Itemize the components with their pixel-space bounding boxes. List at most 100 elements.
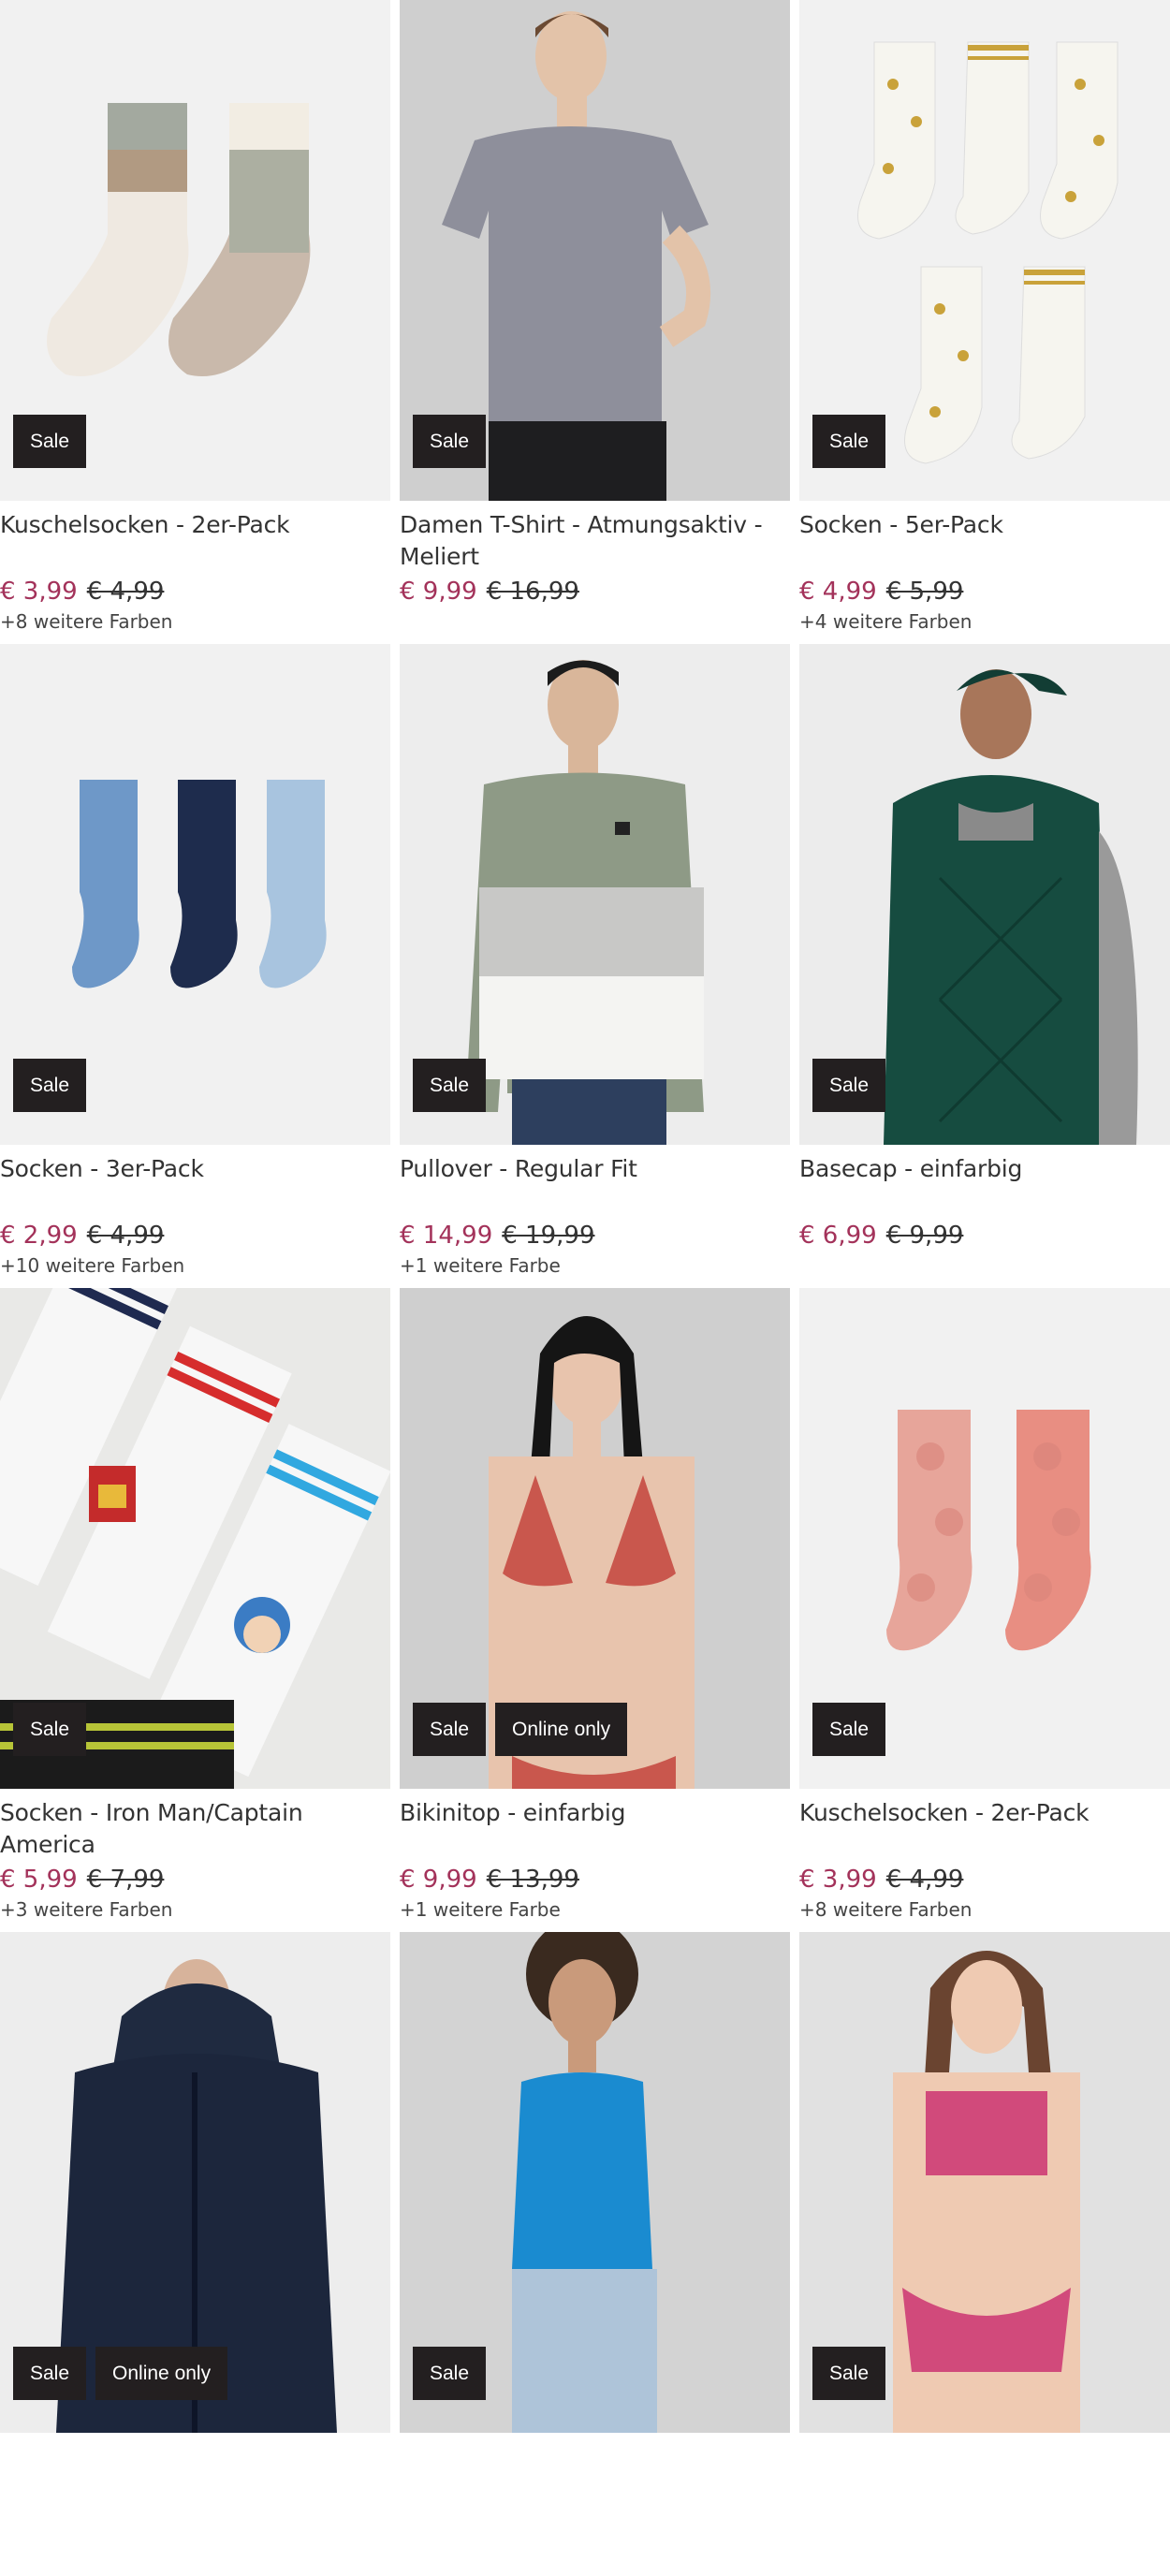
product-image[interactable]: Sale xyxy=(400,0,790,501)
product-title[interactable]: Damen T-Shirt - Atmungsaktiv - Meliert xyxy=(400,509,790,573)
badge-group: Sale xyxy=(413,1059,487,1112)
badge-group: Sale xyxy=(812,415,886,468)
sale-price: € 9,99 xyxy=(400,1866,477,1894)
badge-group: Sale xyxy=(413,415,487,468)
badge-group: Sale xyxy=(812,1703,886,1756)
original-price: € 13,99 xyxy=(486,1866,579,1894)
product-title[interactable]: Basecap - einfarbig xyxy=(799,1153,1170,1217)
original-price: € 7,99 xyxy=(86,1866,165,1894)
original-price: € 4,99 xyxy=(86,1222,165,1250)
badge-group: Sale xyxy=(13,415,87,468)
product-title[interactable]: Bikinitop - einfarbig xyxy=(400,1797,790,1861)
sale-badge: Sale xyxy=(413,415,487,468)
badge-group: Sale Online only xyxy=(413,1703,628,1756)
price-row: € 3,99 € 4,99 xyxy=(0,576,390,607)
product-card[interactable]: Sale Pullover - Regular Fit € 14,99 € 19,99… xyxy=(400,644,790,1288)
price-row: € 3,99 € 4,99 xyxy=(799,1864,1170,1895)
product-title[interactable]: Socken - 5er-Pack xyxy=(799,509,1170,573)
price-row: € 9,99 € 13,99 xyxy=(400,1864,790,1895)
product-card[interactable]: Sale Online only xyxy=(0,1932,390,2576)
product-title[interactable]: Socken - Iron Man/Captain America xyxy=(0,1797,390,1861)
sale-price: € 4,99 xyxy=(799,578,877,606)
more-colors-link[interactable]: +10 weitere Farben xyxy=(0,1251,390,1280)
product-image[interactable]: Sale xyxy=(400,644,790,1145)
product-card[interactable]: Sale Kuschelsocken - 2er-Pack € 3,99 € 4,99… xyxy=(0,0,390,644)
sale-badge: Sale xyxy=(413,1059,487,1112)
original-price: € 4,99 xyxy=(86,578,165,606)
product-image[interactable]: Sale Online only xyxy=(0,1932,390,2433)
product-card[interactable]: Sale Online only Bikinitop - einfarbig € 9,… xyxy=(400,1288,790,1932)
product-card[interactable]: Sale Kuschelsocken - 2er-Pack € 3,99 € 4,99… xyxy=(799,1288,1170,1932)
sale-badge: Sale xyxy=(13,1059,87,1112)
product-card[interactable]: Sale Socken - 3er-Pack € 2,99 € 4,99 +10 wei… xyxy=(0,644,390,1288)
product-title[interactable] xyxy=(0,2441,390,2505)
product-card[interactable]: Sale xyxy=(400,1932,790,2576)
product-image[interactable]: Sale xyxy=(0,1288,390,1789)
sale-badge: Sale xyxy=(413,2347,487,2400)
more-colors-link[interactable]: +1 weitere Farbe xyxy=(400,1895,790,1924)
sale-price: € 5,99 xyxy=(0,1866,78,1894)
sale-badge: Sale xyxy=(812,415,886,468)
online-only-badge: Online only xyxy=(95,2347,228,2400)
badge-group: Sale xyxy=(413,2347,487,2400)
sale-price: € 9,99 xyxy=(400,578,477,606)
product-image[interactable]: Sale xyxy=(799,0,1170,501)
sale-price: € 3,99 xyxy=(799,1866,877,1894)
sale-price: € 6,99 xyxy=(799,1222,877,1250)
sale-badge: Sale xyxy=(13,415,87,468)
product-title[interactable] xyxy=(400,2441,790,2505)
product-title[interactable]: Socken - 3er-Pack xyxy=(0,1153,390,1217)
original-price: € 5,99 xyxy=(885,578,964,606)
product-image[interactable]: Sale xyxy=(0,0,390,501)
price-row: € 2,99 € 4,99 xyxy=(0,1220,390,1251)
price-row: € 6,99 € 9,99 xyxy=(799,1220,1170,1251)
sale-badge: Sale xyxy=(13,1703,87,1756)
badge-group: Sale xyxy=(13,1059,87,1112)
sale-badge: Sale xyxy=(13,2347,87,2400)
original-price: € 4,99 xyxy=(885,1866,964,1894)
product-title[interactable]: Pullover - Regular Fit xyxy=(400,1153,790,1217)
product-image[interactable]: Sale xyxy=(400,1932,790,2433)
price-row: € 5,99 € 7,99 xyxy=(0,1864,390,1895)
more-colors-link[interactable]: +8 weitere Farben xyxy=(0,607,390,636)
sale-price: € 14,99 xyxy=(400,1222,493,1250)
price-row xyxy=(799,2508,1170,2539)
product-image[interactable]: Sale xyxy=(0,644,390,1145)
original-price: € 19,99 xyxy=(502,1222,595,1250)
sale-price: € 3,99 xyxy=(0,578,78,606)
sale-badge: Sale xyxy=(413,1703,487,1756)
price-row: € 14,99 € 19,99 xyxy=(400,1220,790,1251)
price-row xyxy=(400,2508,790,2539)
product-title[interactable] xyxy=(799,2441,1170,2505)
more-colors-link[interactable]: +3 weitere Farben xyxy=(0,1895,390,1924)
product-title[interactable]: Kuschelsocken - 2er-Pack xyxy=(799,1797,1170,1861)
product-card[interactable]: Sale Socken - Iron Man/Captain America € 5… xyxy=(0,1288,390,1932)
product-grid: Sale Kuschelsocken - 2er-Pack € 3,99 € 4,99… xyxy=(0,0,1170,2576)
sale-badge: Sale xyxy=(812,2347,886,2400)
more-colors-link[interactable]: +1 weitere Farbe xyxy=(400,1251,790,1280)
price-row: € 9,99 € 16,99 xyxy=(400,576,790,607)
more-colors-link[interactable]: +4 weitere Farben xyxy=(799,607,1170,636)
sale-price: € 2,99 xyxy=(0,1222,78,1250)
original-price: € 9,99 xyxy=(885,1222,964,1250)
product-card[interactable]: Sale xyxy=(799,1932,1170,2576)
more-colors-link[interactable]: +8 weitere Farben xyxy=(799,1895,1170,1924)
product-image[interactable]: Sale xyxy=(799,644,1170,1145)
product-image[interactable]: Sale Online only xyxy=(400,1288,790,1789)
badge-group: Sale xyxy=(13,1703,87,1756)
badge-group: Sale xyxy=(812,1059,886,1112)
price-row xyxy=(0,2508,390,2539)
product-card[interactable]: Sale Socken - 5er-Pack € 4,99 € 5,99 +4 weit… xyxy=(799,0,1170,644)
badge-group: Sale Online only xyxy=(13,2347,228,2400)
sale-badge: Sale xyxy=(812,1059,886,1112)
product-image[interactable]: Sale xyxy=(799,1932,1170,2433)
product-card[interactable]: Sale Basecap - einfarbig € 6,99 € 9,99 xyxy=(799,644,1170,1288)
online-only-badge: Online only xyxy=(495,1703,628,1756)
sale-badge: Sale xyxy=(812,1703,886,1756)
price-row: € 4,99 € 5,99 xyxy=(799,576,1170,607)
badge-group: Sale xyxy=(812,2347,886,2400)
product-image[interactable]: Sale xyxy=(799,1288,1170,1789)
original-price: € 16,99 xyxy=(486,578,579,606)
product-card[interactable]: Sale Damen T-Shirt - Atmungsaktiv - Melie… xyxy=(400,0,790,644)
product-title[interactable]: Kuschelsocken - 2er-Pack xyxy=(0,509,390,573)
